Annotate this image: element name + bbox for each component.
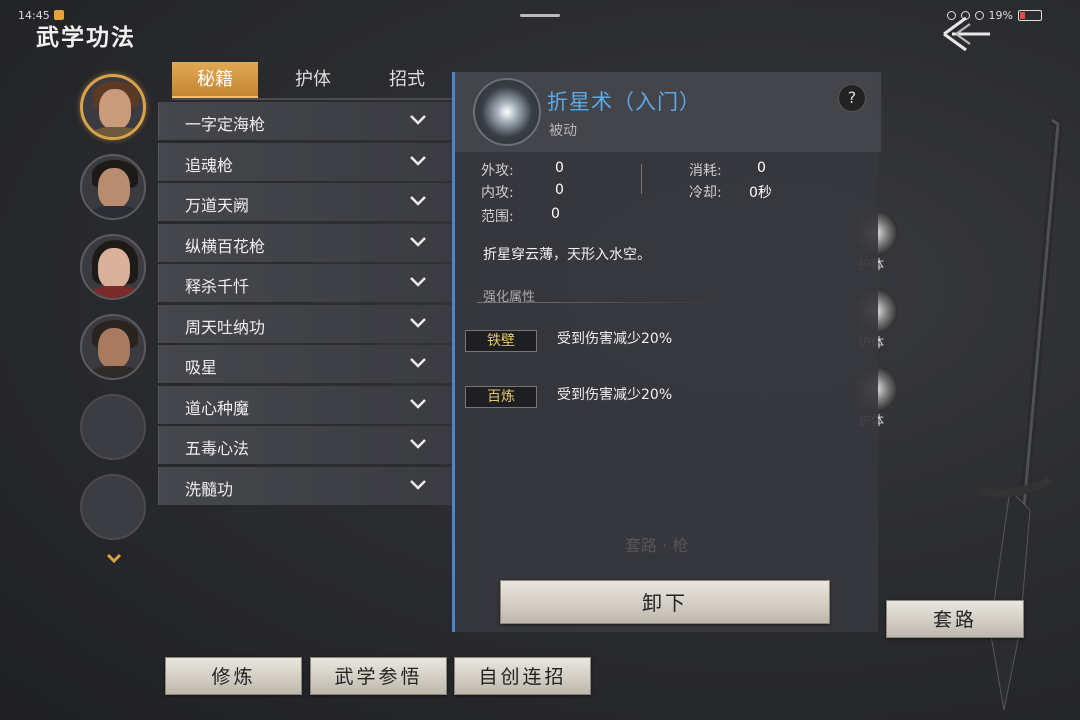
skill-emblem-icon <box>473 78 541 146</box>
enhance-text: 受到伤害减少20% <box>557 387 673 403</box>
empty-avatar-slot[interactable] <box>80 474 146 540</box>
battery-icon <box>1018 10 1042 21</box>
character-avatar[interactable] <box>80 154 146 220</box>
skill-detail-type: 被动 <box>549 123 577 139</box>
skill-list-item[interactable]: 释杀千忏 <box>158 264 452 302</box>
character-avatar[interactable] <box>80 314 146 380</box>
skill-detail-name: 折星术（入门） <box>547 90 701 114</box>
skill-name: 吸星 <box>185 358 218 377</box>
back-arrow-icon[interactable] <box>940 14 992 54</box>
empty-avatar-slot[interactable] <box>80 394 146 460</box>
stat-cooldown-label: 冷却: <box>689 185 722 201</box>
stat-cost-label: 消耗: <box>689 163 722 179</box>
tabs-divider <box>172 98 452 100</box>
skill-list-item[interactable]: 追魂枪 <box>158 142 452 181</box>
custom-combo-button[interactable]: 自创连招 <box>454 657 591 695</box>
chevron-down-icon <box>410 398 426 409</box>
chevron-down-icon <box>410 155 426 166</box>
help-icon[interactable]: ? <box>838 84 866 112</box>
chevron-down-icon <box>410 439 426 449</box>
chevron-down-icon <box>410 196 426 206</box>
chevron-down-icon <box>410 236 426 247</box>
character-avatar[interactable] <box>80 74 146 140</box>
bg-faint-text: 套路 · 枪 <box>625 536 689 555</box>
stat-outer-attack-label: 外攻: <box>481 163 514 179</box>
skill-name: 一字定海枪 <box>185 115 266 134</box>
skill-list-item[interactable]: 万道天阙 <box>158 183 452 221</box>
skill-name: 周天吐纳功 <box>185 317 266 337</box>
unequip-button[interactable]: 卸下 <box>500 580 830 624</box>
chevron-down-icon <box>410 277 426 287</box>
skill-list-item[interactable]: 纵横百花枪 <box>158 223 452 262</box>
skill-list: 一字定海枪 追魂枪 万道天阙 纵横百花枪 释杀千忏 周天吐纳功 吸星 道心种魔 … <box>158 102 452 507</box>
skill-list-item[interactable]: 周天吐纳功 <box>158 304 452 343</box>
enhance-divider <box>477 302 717 303</box>
drag-handle[interactable] <box>520 14 560 17</box>
skill-name: 洗髓功 <box>185 479 234 499</box>
stat-range-label: 范围: <box>481 209 514 225</box>
enhance-tag: 铁壁 <box>465 330 537 352</box>
battery-percent: 19% <box>988 9 1013 22</box>
enhance-text: 受到伤害减少20% <box>557 331 673 347</box>
skill-list-item[interactable]: 一字定海枪 <box>158 102 452 140</box>
enhance-tag: 百炼 <box>465 386 537 408</box>
skill-name: 纵横百花枪 <box>185 236 266 256</box>
skill-list-item[interactable]: 五毒心法 <box>158 426 452 464</box>
chevron-down-icon <box>410 479 426 490</box>
martial-insight-button[interactable]: 武学参悟 <box>310 657 447 695</box>
stat-cost-value: 0 <box>757 160 766 176</box>
skill-list-item[interactable]: 吸星 <box>158 345 452 383</box>
skill-name: 五毒心法 <box>185 439 250 458</box>
character-list <box>80 74 150 554</box>
status-bar: 14:45 19% <box>0 0 1080 30</box>
character-avatar[interactable] <box>80 234 146 300</box>
routine-button[interactable]: 套路 <box>886 600 1024 638</box>
stat-inner-attack-value: 0 <box>555 182 564 198</box>
skill-tabs: 秘籍 护体 招式 <box>172 62 452 100</box>
stat-outer-attack-value: 0 <box>555 160 564 176</box>
skill-description: 折星穿云薄，天形入水空。 <box>483 247 651 263</box>
stat-inner-attack-label: 内攻: <box>481 185 514 201</box>
tab-secret-book[interactable]: 秘籍 <box>172 62 258 98</box>
tab-moves[interactable]: 招式 <box>364 62 450 98</box>
page-title: 武学功法 <box>36 24 136 51</box>
chevron-down-icon <box>410 115 426 125</box>
practice-button[interactable]: 修炼 <box>165 657 302 695</box>
stat-cooldown-value: 0秒 <box>749 185 772 201</box>
stat-divider <box>641 164 642 194</box>
skill-name: 追魂枪 <box>185 155 234 175</box>
tab-body-guard[interactable]: 护体 <box>270 62 356 98</box>
skill-list-item[interactable]: 洗髓功 <box>158 466 452 505</box>
skill-name: 释杀千忏 <box>185 277 250 296</box>
skill-name: 万道天阙 <box>185 196 250 215</box>
chevron-down-icon[interactable] <box>106 552 122 564</box>
chevron-down-icon <box>410 358 426 368</box>
skill-list-item[interactable]: 道心种魔 <box>158 385 452 424</box>
skill-name: 道心种魔 <box>185 398 250 418</box>
stat-range-value: 0 <box>551 206 560 222</box>
chevron-down-icon <box>410 317 426 328</box>
skill-detail-panel: 折星术（入门） 被动 ? 外攻: 0 内攻: 0 范围: 0 消耗: 0 冷却:… <box>452 72 881 632</box>
